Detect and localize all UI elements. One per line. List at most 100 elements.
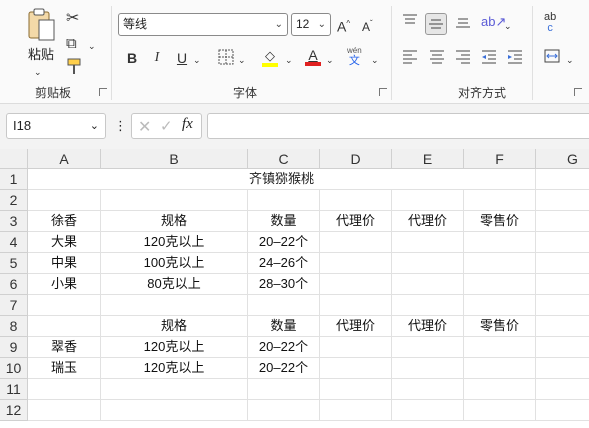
cell-b11[interactable] [101,379,248,400]
row-header-12[interactable]: 12 [0,400,28,421]
cell-d5[interactable] [320,253,392,274]
underline-dropdown[interactable]: ⌄ [193,50,201,70]
cell-e7[interactable] [392,295,464,316]
cell-c11[interactable] [248,379,320,400]
cell-d2[interactable] [320,190,392,211]
cell-b3[interactable]: 规格 [101,211,248,232]
formula-input[interactable] [207,113,589,139]
cell-c5[interactable]: 24–26个 [248,253,320,274]
cell-d10[interactable] [320,358,392,379]
cell-g3[interactable] [536,211,589,232]
wrap-text-icon[interactable]: ab c [544,12,556,34]
cell-b2[interactable] [101,190,248,211]
cell-e3[interactable]: 代理价 [392,211,464,232]
merge-center-icon[interactable] [544,49,560,63]
font-size-select[interactable]: 12 ⌄ [291,13,331,36]
cell-c8[interactable]: 数量 [248,316,320,337]
cell-f4[interactable] [464,232,536,253]
cell-f6[interactable] [464,274,536,295]
copy-icon[interactable]: ⧉ [66,34,77,54]
cell-a4[interactable]: 大果 [28,232,101,253]
cell-b6[interactable]: 80克以上 [101,274,248,295]
fill-color-dropdown[interactable]: ⌄ [285,50,293,70]
font-launcher-icon[interactable] [379,88,388,97]
merge-dropdown[interactable]: ⌄ [566,50,574,70]
cell-d12[interactable] [320,400,392,421]
row-header-10[interactable]: 10 [0,358,28,379]
fill-color-icon[interactable]: ◇ [262,46,278,67]
decrease-font-button[interactable]: Aˇ [362,14,373,37]
row-header-1[interactable]: 1 [0,169,28,190]
cell-e9[interactable] [392,337,464,358]
cell-f11[interactable] [464,379,536,400]
cell-e5[interactable] [392,253,464,274]
cell-c3[interactable]: 数量 [248,211,320,232]
column-header-c[interactable]: C [248,149,320,169]
cell-g11[interactable] [536,379,589,400]
phonetic-dropdown[interactable]: ⌄ [371,50,379,70]
cell-e8[interactable]: 代理价 [392,316,464,337]
select-all-corner[interactable] [0,149,28,169]
cell-a12[interactable] [28,400,101,421]
column-header-d[interactable]: D [320,149,392,169]
cell-a9[interactable]: 翠香 [28,337,101,358]
bold-button[interactable]: B [126,48,138,68]
align-center-icon[interactable] [429,50,445,64]
chevron-down-icon[interactable]: ⌄ [90,114,99,138]
cell-f5[interactable] [464,253,536,274]
underline-button[interactable]: U [176,48,188,68]
align-right-icon[interactable] [455,50,471,64]
borders-dropdown[interactable]: ⌄ [238,50,246,70]
row-header-9[interactable]: 9 [0,337,28,358]
font-color-icon[interactable]: A [305,45,321,66]
cell-g12[interactable] [536,400,589,421]
cell-d4[interactable] [320,232,392,253]
cell-c12[interactable] [248,400,320,421]
cell-g7[interactable] [536,295,589,316]
more-options-icon[interactable]: ⋮ [114,118,127,134]
cell-f12[interactable] [464,400,536,421]
cell-g1[interactable] [536,169,589,190]
cell-g5[interactable] [536,253,589,274]
enter-icon[interactable]: ✓ [160,117,173,135]
font-color-dropdown[interactable]: ⌄ [326,50,334,70]
cell-g10[interactable] [536,358,589,379]
cell-a3[interactable]: 徐香 [28,211,101,232]
name-box[interactable]: I18 ⌄ [6,113,106,139]
row-header-6[interactable]: 6 [0,274,28,295]
column-header-g[interactable]: G [536,149,589,169]
column-header-b[interactable]: B [101,149,248,169]
alignment-launcher-icon[interactable] [574,88,583,97]
row-header-7[interactable]: 7 [0,295,28,316]
cell-a2[interactable] [28,190,101,211]
align-top-icon[interactable] [402,14,418,28]
align-bottom-icon[interactable] [455,14,471,28]
cell-e2[interactable] [392,190,464,211]
clipboard-launcher-icon[interactable] [99,88,108,97]
cell-a11[interactable] [28,379,101,400]
column-header-e[interactable]: E [392,149,464,169]
cell-c6[interactable]: 28–30个 [248,274,320,295]
row-header-11[interactable]: 11 [0,379,28,400]
cell-d7[interactable] [320,295,392,316]
align-middle-icon[interactable] [425,13,447,35]
cell-a8[interactable] [28,316,101,337]
cell-e12[interactable] [392,400,464,421]
increase-indent-icon[interactable] [507,50,523,64]
sheet-title-cell[interactable]: 齐镇猕猴桃 [28,169,536,190]
cell-g2[interactable] [536,190,589,211]
cell-b7[interactable] [101,295,248,316]
cell-b10[interactable]: 120克以上 [101,358,248,379]
cell-f2[interactable] [464,190,536,211]
cell-c10[interactable]: 20–22个 [248,358,320,379]
cell-a5[interactable]: 中果 [28,253,101,274]
cell-d9[interactable] [320,337,392,358]
decrease-indent-icon[interactable] [481,50,497,64]
cell-f7[interactable] [464,295,536,316]
cell-b12[interactable] [101,400,248,421]
cell-b4[interactable]: 120克以上 [101,232,248,253]
cell-c7[interactable] [248,295,320,316]
column-header-f[interactable]: F [464,149,536,169]
cell-d8[interactable]: 代理价 [320,316,392,337]
cell-e6[interactable] [392,274,464,295]
